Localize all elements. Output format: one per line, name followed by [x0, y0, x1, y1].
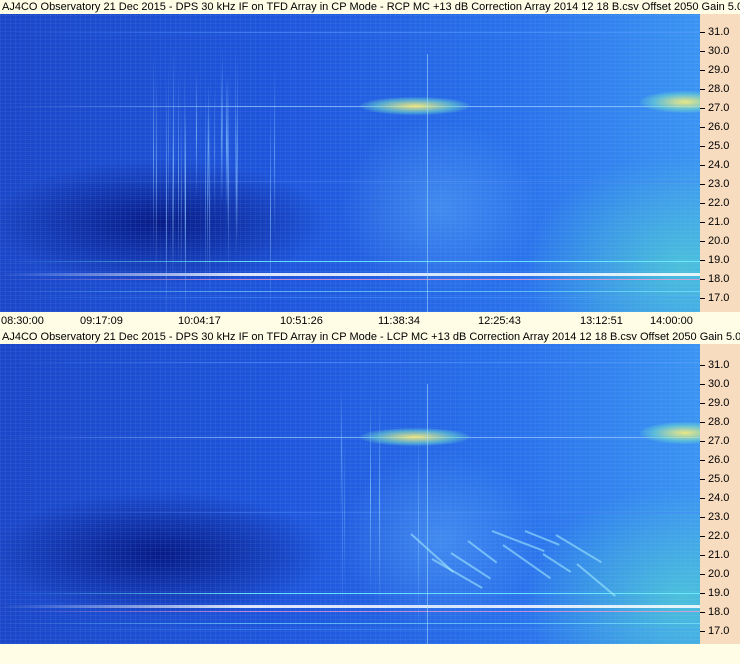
- frequency-tick: 20.0: [700, 235, 729, 247]
- burst-streak: [205, 85, 206, 284]
- rfi-stripe: [0, 629, 700, 630]
- rfi-stripe: [0, 273, 700, 276]
- time-label: 09:17:09: [80, 315, 123, 327]
- burst-streak: [168, 60, 169, 233]
- burst-streak: [153, 55, 154, 258]
- frequency-tick: 22.0: [700, 197, 729, 209]
- time-label: 14:00:00: [650, 315, 693, 327]
- frequency-tick: 17.0: [700, 625, 729, 637]
- burst-streak: [209, 109, 210, 298]
- rcp-frequency-scale: 31.0 30.0 29.0 28.0 27.0 26.0 25.0 24.0 23.0 22.0…: [700, 14, 740, 312]
- time-label: 10:51:26: [280, 315, 323, 327]
- rcp-panel: AJ4CO Observatory 21 Dec 2015 - DPS 30 k…: [0, 0, 740, 330]
- burst-streak: [173, 48, 174, 279]
- rfi-stripe: [0, 297, 700, 298]
- rfi-stripe: [0, 623, 700, 624]
- rfi-stripe: [0, 593, 700, 594]
- frequency-tick: 26.0: [700, 121, 729, 133]
- burst-streak: [270, 108, 271, 312]
- time-label: 13:12:51: [580, 315, 623, 327]
- frequency-tick: 27.0: [700, 435, 729, 447]
- time-label: 11:38:34: [378, 315, 421, 327]
- rcp-time-axis: 08:30:00 09:17:09 10:04:17 10:51:26 11:38:34…: [0, 312, 740, 330]
- rcp-spectrogram[interactable]: [0, 14, 700, 312]
- burst-streak: [207, 106, 208, 279]
- frequency-tick: 31.0: [700, 26, 729, 38]
- rfi-stripe: [0, 279, 700, 280]
- frequency-tick: 29.0: [700, 397, 729, 409]
- emission-band: [360, 428, 470, 446]
- burst-streak: [178, 73, 179, 274]
- burst-streak: [181, 110, 182, 285]
- frequency-tick: 25.0: [700, 473, 729, 485]
- time-label: 08:30:00: [1, 315, 44, 327]
- frequency-tick: 17.0: [700, 292, 729, 304]
- rfi-stripe: [0, 605, 700, 608]
- burst-streak: [222, 46, 223, 204]
- frequency-tick: 18.0: [700, 606, 729, 618]
- emission-band: [640, 91, 700, 113]
- burst-streak: [236, 109, 237, 256]
- burst-streak: [185, 115, 186, 235]
- frequency-tick: 21.0: [700, 216, 729, 228]
- burst-streak: [341, 385, 342, 516]
- frequency-tick: 24.0: [700, 159, 729, 171]
- rcp-title: AJ4CO Observatory 21 Dec 2015 - DPS 30 k…: [0, 0, 740, 14]
- drifting-burst: [576, 563, 616, 597]
- frequency-tick: 18.0: [700, 273, 729, 285]
- rfi-stripe: [0, 106, 700, 107]
- frequency-tick: 23.0: [700, 511, 729, 523]
- time-label: 10:04:17: [178, 315, 221, 327]
- frequency-tick: 22.0: [700, 530, 729, 542]
- rfi-stripe: [0, 291, 700, 292]
- rfi-stripe: [0, 362, 700, 363]
- burst-streak: [166, 103, 167, 312]
- frequency-tick: 20.0: [700, 568, 729, 580]
- frequency-tick: 30.0: [700, 378, 729, 390]
- drifting-burst: [542, 553, 572, 573]
- lcp-time-axis: [0, 644, 740, 664]
- lcp-frequency-scale: 31.0 30.0 29.0 28.0 27.0 26.0 25.0 24.0 23.0 22.0…: [700, 344, 740, 644]
- storm-glow: [340, 118, 540, 297]
- emission-band: [360, 97, 470, 115]
- frequency-tick: 24.0: [700, 492, 729, 504]
- frequency-tick: 25.0: [700, 140, 729, 152]
- burst-streak: [226, 77, 227, 207]
- emission-band: [640, 422, 700, 444]
- rfi-stripe: [0, 32, 700, 33]
- rfi-stripe: [0, 261, 700, 262]
- rfi-stripe: [0, 611, 700, 612]
- frequency-tick: 19.0: [700, 254, 729, 266]
- burst-streak: [196, 70, 197, 199]
- frequency-tick: 26.0: [700, 454, 729, 466]
- lcp-panel: AJ4CO Observatory 21 Dec 2015 - DPS 30 k…: [0, 330, 740, 664]
- frequency-tick: 30.0: [700, 45, 729, 57]
- frequency-tick: 19.0: [700, 587, 729, 599]
- burst-streak: [228, 74, 229, 284]
- lcp-title: AJ4CO Observatory 21 Dec 2015 - DPS 30 k…: [0, 330, 740, 344]
- lcp-spectrogram[interactable]: [0, 344, 700, 644]
- frequency-tick: 28.0: [700, 83, 729, 95]
- frequency-tick: 31.0: [700, 359, 729, 371]
- burst-streak: [214, 86, 215, 219]
- burst-streak: [237, 56, 238, 242]
- burst-streak: [274, 68, 275, 239]
- frequency-tick: 27.0: [700, 102, 729, 114]
- drifting-burst: [555, 534, 602, 564]
- frequency-tick: 23.0: [700, 178, 729, 190]
- frequency-tick: 21.0: [700, 549, 729, 561]
- burst-streak: [172, 117, 173, 289]
- rfi-stripe: [0, 437, 700, 438]
- frequency-tick: 29.0: [700, 64, 729, 76]
- frequency-tick: 28.0: [700, 416, 729, 428]
- time-label: 12:25:43: [478, 315, 521, 327]
- burst-streak: [156, 75, 157, 275]
